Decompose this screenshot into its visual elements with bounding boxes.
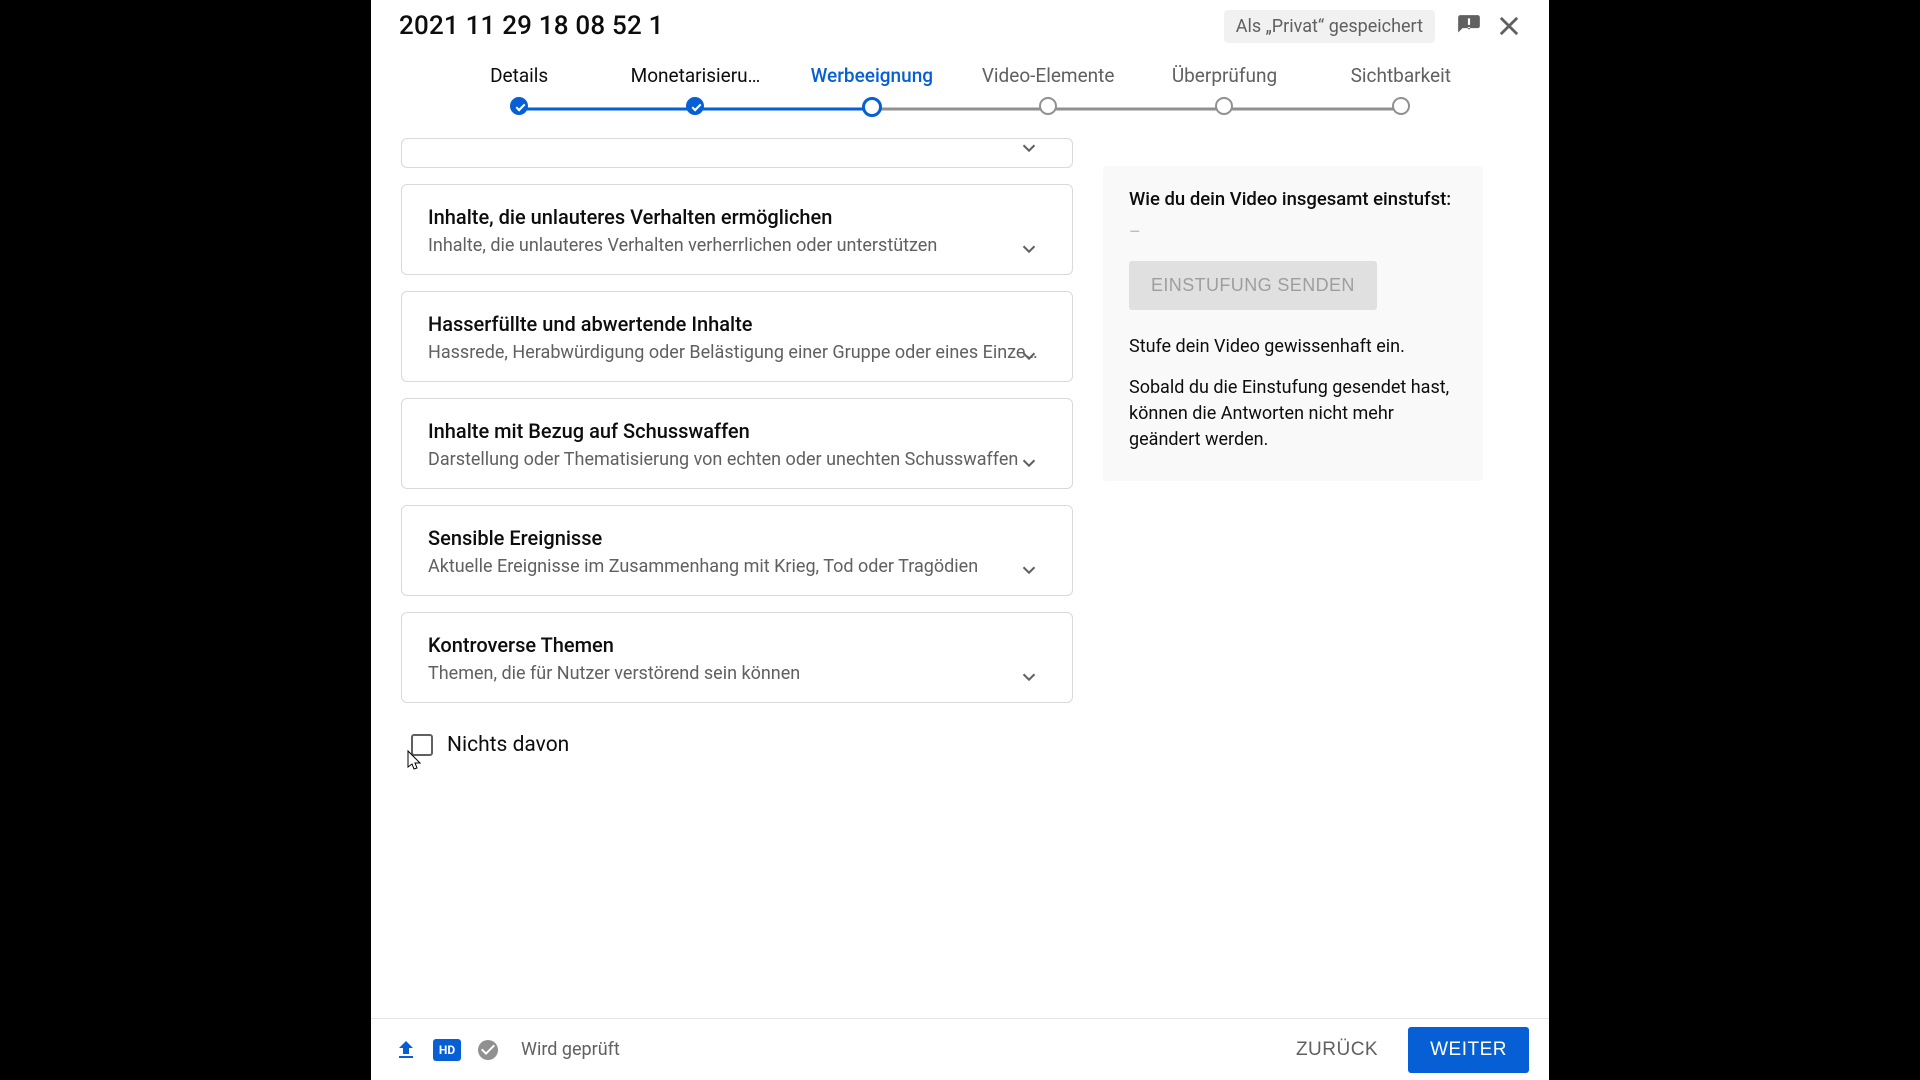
next-button[interactable]: WEITER (1408, 1027, 1529, 1073)
chevron-down-icon (1018, 238, 1040, 264)
panel-note: Sobald du die Einstufung gesendet hast, … (1129, 375, 1457, 453)
dialog-header: 2021 11 29 18 08 52 1 Als „Privat“ gespe… (371, 0, 1549, 52)
cursor-icon (405, 749, 425, 777)
step-checks[interactable]: Überprüfung (1136, 64, 1312, 121)
questionnaire-column: Inhalte, die unlauteres Verhalten ermögl… (401, 138, 1073, 1018)
chevron-down-icon (1018, 138, 1040, 163)
panel-hint: Stufe dein Video gewissenhaft ein. (1129, 336, 1457, 357)
check-icon (473, 1035, 503, 1065)
card-title: Kontroverse Themen (428, 633, 1046, 657)
hd-icon: HD (433, 1039, 461, 1061)
card-description: Themen, die für Nutzer verstörend sein k… (428, 663, 1046, 684)
question-card[interactable] (401, 138, 1073, 168)
step-monetization[interactable]: Monetarisieru… (607, 64, 783, 121)
chevron-down-icon (1018, 666, 1040, 692)
panel-heading: Wie du dein Video insgesamt einstufst: (1129, 188, 1457, 210)
chevron-down-icon (1018, 452, 1040, 478)
none-of-the-above-row: Nichts davon (401, 719, 1073, 757)
card-title: Sensible Ereignisse (428, 526, 1046, 550)
card-title: Inhalte, die unlauteres Verhalten ermögl… (428, 205, 1046, 229)
chevron-down-icon (1018, 345, 1040, 371)
save-status-pill: Als „Privat“ gespeichert (1224, 10, 1435, 43)
back-button[interactable]: ZURÜCK (1278, 1029, 1396, 1071)
step-visibility[interactable]: Sichtbarkeit (1313, 64, 1489, 121)
rating-panel: Wie du dein Video insgesamt einstufst: –… (1103, 166, 1483, 481)
feedback-icon[interactable] (1449, 6, 1489, 46)
upload-icon (391, 1035, 421, 1065)
step-ad-suitability[interactable]: Werbeeignung (784, 64, 960, 121)
card-description: Hassrede, Herabwürdigung oder Belästigun… (428, 342, 1046, 363)
chevron-down-icon (1018, 559, 1040, 585)
submit-rating-button[interactable]: EINSTUFUNG SENDEN (1129, 261, 1377, 310)
question-card[interactable]: Hasserfüllte und abwertende Inhalte Hass… (401, 291, 1073, 382)
dialog-body: Inhalte, die unlauteres Verhalten ermögl… (371, 138, 1549, 1018)
dialog-footer: HD Wird geprüft ZURÜCK WEITER (371, 1018, 1549, 1080)
stepper: Details Monetarisieru… Werbeeignung Vide… (371, 52, 1549, 138)
step-details[interactable]: Details (431, 64, 607, 121)
summary-column: Wie du dein Video insgesamt einstufst: –… (1103, 138, 1483, 1018)
card-title: Hasserfüllte und abwertende Inhalte (428, 312, 1046, 336)
upload-dialog: 2021 11 29 18 08 52 1 Als „Privat“ gespe… (371, 0, 1549, 1080)
rating-value: – (1129, 222, 1457, 243)
question-card[interactable]: Inhalte mit Bezug auf Schusswaffen Darst… (401, 398, 1073, 489)
question-card[interactable]: Inhalte, die unlauteres Verhalten ermögl… (401, 184, 1073, 275)
question-card[interactable]: Kontroverse Themen Themen, die für Nutze… (401, 612, 1073, 703)
card-title: Inhalte mit Bezug auf Schusswaffen (428, 419, 1046, 443)
step-video-elements[interactable]: Video-Elemente (960, 64, 1136, 121)
card-description: Aktuelle Ereignisse im Zusammenhang mit … (428, 556, 1046, 577)
card-description: Inhalte, die unlauteres Verhalten verher… (428, 235, 1046, 256)
card-description: Darstellung oder Thematisierung von echt… (428, 449, 1046, 470)
none-label: Nichts davon (447, 733, 569, 757)
video-title: 2021 11 29 18 08 52 1 (399, 11, 1224, 41)
close-icon[interactable] (1489, 6, 1529, 46)
question-card[interactable]: Sensible Ereignisse Aktuelle Ereignisse … (401, 505, 1073, 596)
processing-status: Wird geprüft (521, 1039, 1266, 1060)
